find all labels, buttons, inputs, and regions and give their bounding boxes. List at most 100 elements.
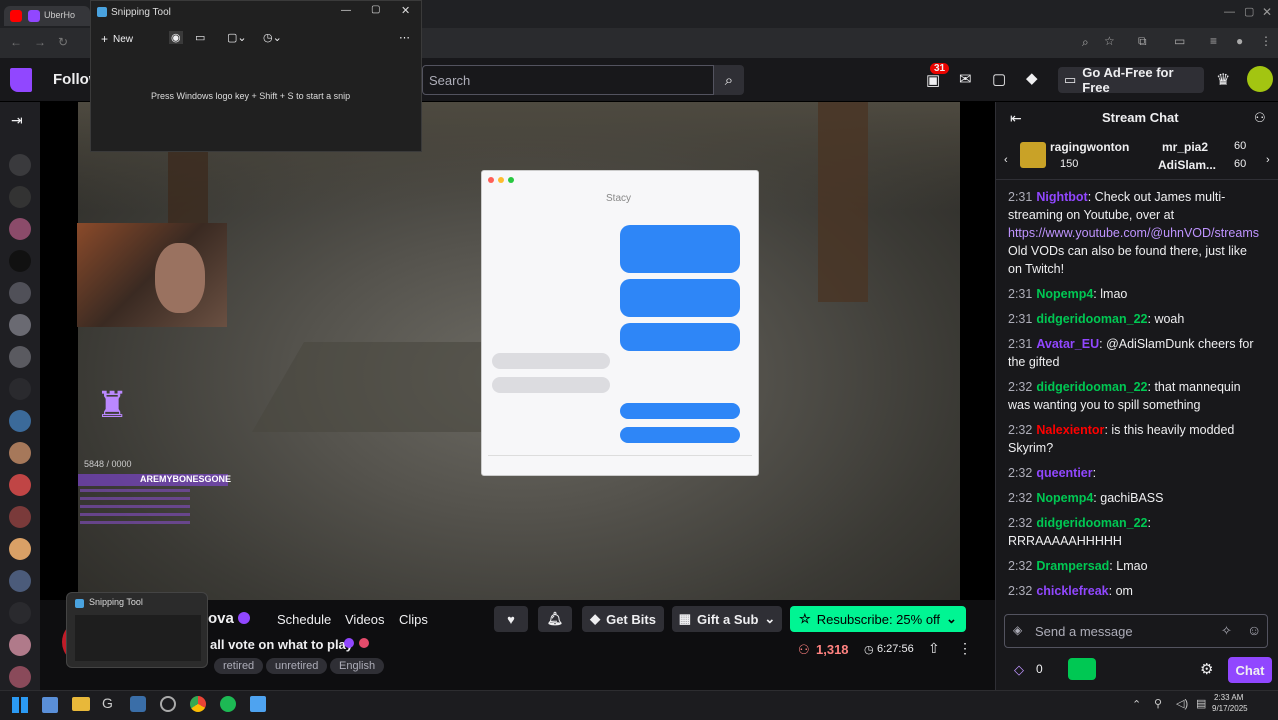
extensions-icon[interactable]: ⧉	[1138, 34, 1147, 49]
chevron-right-icon[interactable]: ›	[1266, 154, 1270, 166]
gift-sub-button[interactable]: ▦ Gift a Sub ⌄	[672, 606, 782, 632]
notify-button[interactable]: 🔔︎	[538, 606, 572, 632]
magic-icon[interactable]: ✧	[1221, 623, 1232, 639]
prediction-icon[interactable]	[1068, 658, 1096, 680]
emote-picker-icon[interactable]: ☺	[1247, 622, 1261, 638]
tab-clips[interactable]: Clips	[399, 612, 428, 627]
maximize-icon[interactable]: ▢	[371, 4, 380, 15]
channel-avatar[interactable]	[9, 474, 31, 496]
chat-username[interactable]: didgeridooman_22	[1036, 380, 1147, 394]
chat-username[interactable]: Drampersad	[1036, 559, 1109, 573]
file-explorer-icon[interactable]	[72, 697, 90, 711]
follow-button[interactable]: ♥	[494, 606, 528, 632]
snipping-tool-taskbar-icon[interactable]	[130, 696, 146, 712]
close-icon[interactable]: ✕	[1262, 5, 1272, 19]
channel-avatar[interactable]	[9, 282, 31, 304]
tab-schedule[interactable]: Schedule	[277, 612, 331, 627]
network-icon[interactable]: ▤	[1196, 697, 1206, 710]
channel-points-icon[interactable]: ◇	[1014, 662, 1024, 678]
channel-name[interactable]: ova	[208, 610, 234, 627]
settings-gear-icon[interactable]: ⚙	[1200, 660, 1213, 678]
video-player[interactable]: ♜ 5848 / 0000 AREMYBONESGONE Stacy	[40, 102, 995, 600]
start-icon[interactable]	[12, 697, 28, 713]
chat-send-button[interactable]: Chat	[1228, 657, 1272, 683]
chat-username[interactable]: Nopemp4	[1036, 287, 1093, 301]
search-button[interactable]: ⌕	[714, 65, 744, 95]
gifter-name[interactable]: AdiSlam...	[1158, 158, 1216, 172]
channel-avatar[interactable]	[9, 346, 31, 368]
browser-tab[interactable]: UberHo	[4, 6, 90, 26]
channel-avatar[interactable]	[9, 570, 31, 592]
cast-icon[interactable]: ▭	[1174, 34, 1185, 48]
tag-unretired[interactable]: unretired	[266, 658, 328, 674]
channel-avatar[interactable]	[9, 506, 31, 528]
gifter-name[interactable]: mr_pia2	[1162, 140, 1208, 154]
more-icon[interactable]: ⋮	[958, 640, 972, 657]
channel-avatar[interactable]	[9, 442, 31, 464]
clock-time[interactable]: 2:33 AM	[1214, 693, 1243, 702]
chat-username[interactable]: didgeridooman_22	[1036, 312, 1147, 326]
close-icon[interactable]: ✕	[401, 4, 410, 17]
settings-icon[interactable]	[160, 696, 176, 712]
chevron-left-icon[interactable]: ‹	[1004, 154, 1008, 166]
resubscribe-button[interactable]: ☆ Resubscribe: 25% off ⌄	[790, 606, 966, 632]
inbox-icon[interactable]: ✉	[959, 70, 972, 88]
sidebar-icon[interactable]: ≡	[1210, 34, 1217, 48]
collapse-chat-icon[interactable]: ⇤	[1010, 110, 1022, 127]
taskbar-preview[interactable]: Snipping Tool	[66, 592, 208, 668]
channel-avatar[interactable]	[9, 314, 31, 336]
search-icon[interactable]: G	[102, 695, 113, 711]
channel-avatar[interactable]	[9, 538, 31, 560]
new-snip-button[interactable]: + New	[101, 29, 151, 49]
channel-avatar[interactable]	[9, 218, 31, 240]
chat-input[interactable]: ◈ Send a message ✧ ☺	[1004, 614, 1268, 648]
clock-date[interactable]: 9/17/2025	[1212, 704, 1248, 713]
reload-icon[interactable]: ↻	[58, 35, 68, 49]
twitch-logo-icon[interactable]	[10, 68, 32, 92]
tab-videos[interactable]: Videos	[345, 612, 385, 627]
search-box[interactable]: Search	[422, 65, 714, 95]
user-avatar[interactable]	[1247, 66, 1273, 92]
more-icon[interactable]: ⋯	[399, 31, 410, 44]
chat-username[interactable]: queentier	[1036, 466, 1092, 480]
profile-icon[interactable]: ●	[1236, 34, 1243, 48]
heart-icon[interactable]	[9, 186, 31, 208]
chat-link[interactable]: https://www.youtube.com/@uhnVOD/streams	[1008, 226, 1259, 240]
camera-icon[interactable]: ◉	[169, 31, 183, 44]
tag-english[interactable]: English	[330, 658, 385, 674]
crown-icon[interactable]: ◆	[1026, 69, 1038, 87]
channel-avatar[interactable]	[9, 666, 31, 688]
video-icon[interactable]: ▭	[195, 31, 205, 44]
mic-icon[interactable]: ⚲	[1154, 697, 1162, 710]
channel-avatar[interactable]	[9, 154, 31, 176]
bookmark-star-icon[interactable]: ☆	[1104, 34, 1115, 48]
minimize-icon[interactable]: —	[1224, 6, 1235, 18]
channel-avatar[interactable]	[9, 250, 31, 272]
get-bits-button[interactable]: ◆ Get Bits	[582, 606, 664, 632]
menu-icon[interactable]: ⋮	[1260, 34, 1272, 48]
camera-icon[interactable]	[9, 378, 31, 400]
chat-username[interactable]: chicklefreak	[1036, 584, 1108, 598]
collapse-icon[interactable]: ⇥	[11, 112, 23, 129]
spotify-icon[interactable]	[220, 696, 236, 712]
bits-icon[interactable]: ◈	[1013, 623, 1022, 637]
whispers-icon[interactable]: ▢	[992, 70, 1006, 88]
snip-mode-icon[interactable]: ▢⌄	[227, 31, 247, 44]
chat-username[interactable]: didgeridooman_22	[1036, 516, 1147, 530]
channel-avatar[interactable]	[9, 410, 31, 432]
task-view-icon[interactable]	[42, 697, 58, 713]
chat-username[interactable]: Nightbot	[1036, 190, 1087, 204]
chat-username[interactable]: Nalexientor	[1036, 423, 1104, 437]
chat-username[interactable]: Nopemp4	[1036, 491, 1093, 505]
chevron-up-icon[interactable]: ⌃	[1132, 698, 1141, 711]
gifter-name[interactable]: ragingwonton	[1050, 140, 1129, 154]
ad-free-button[interactable]: ▭ Go Ad-Free for Free	[1058, 65, 1204, 95]
chrome-icon[interactable]	[190, 696, 206, 712]
channel-avatar[interactable]	[9, 634, 31, 656]
back-icon[interactable]: ←	[10, 35, 22, 49]
tag-retired[interactable]: retired	[214, 658, 264, 674]
forward-icon[interactable]: →	[34, 35, 46, 49]
minimize-icon[interactable]: —	[341, 5, 351, 16]
zoom-icon[interactable]: ⌕	[1082, 35, 1089, 50]
timer-icon[interactable]: ◷⌄	[263, 31, 282, 44]
